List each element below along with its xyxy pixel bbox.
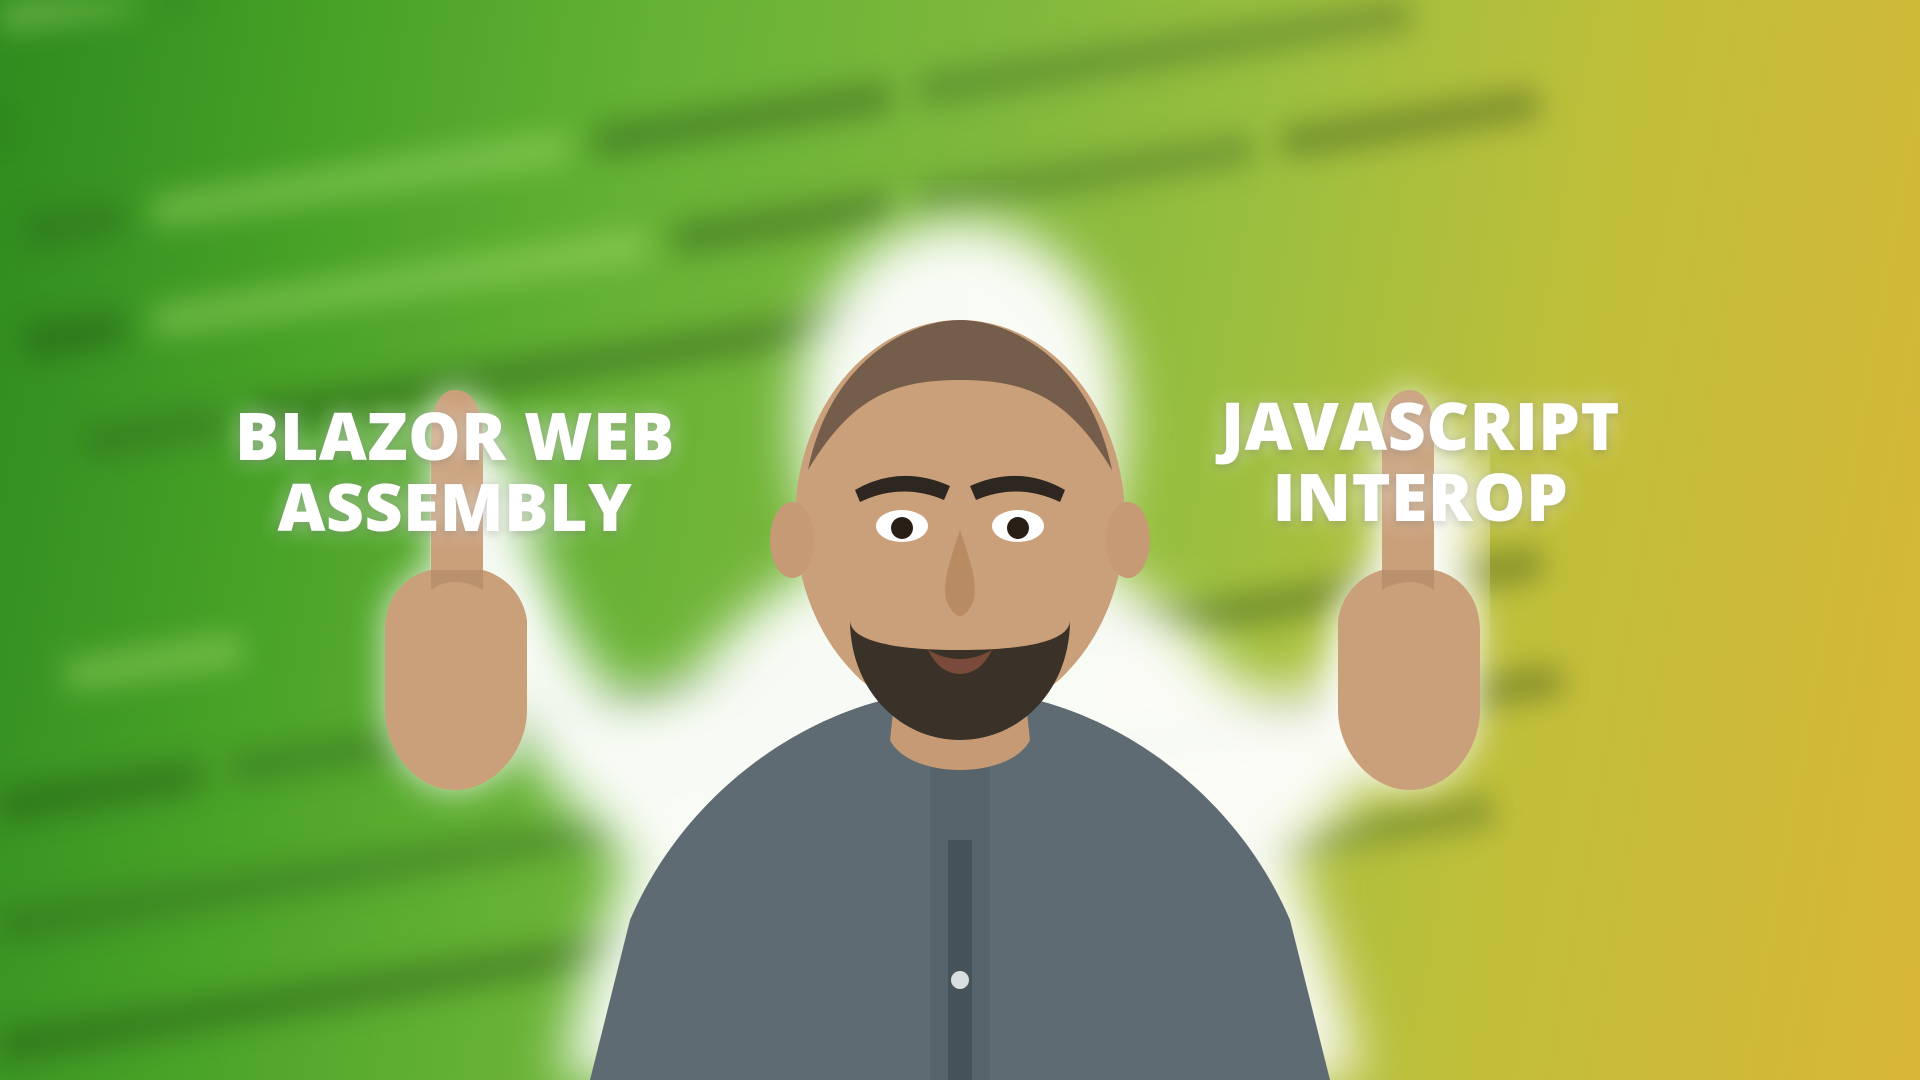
label-left: BLAZOR WEB ASSEMBLY xyxy=(235,400,675,543)
label-right: JAVASCRIPT INTEROP xyxy=(1221,390,1620,533)
thumbnail-stage: BLAZOR WEB ASSEMBLY JAVASCRIPT INTEROP xyxy=(0,0,1920,1080)
